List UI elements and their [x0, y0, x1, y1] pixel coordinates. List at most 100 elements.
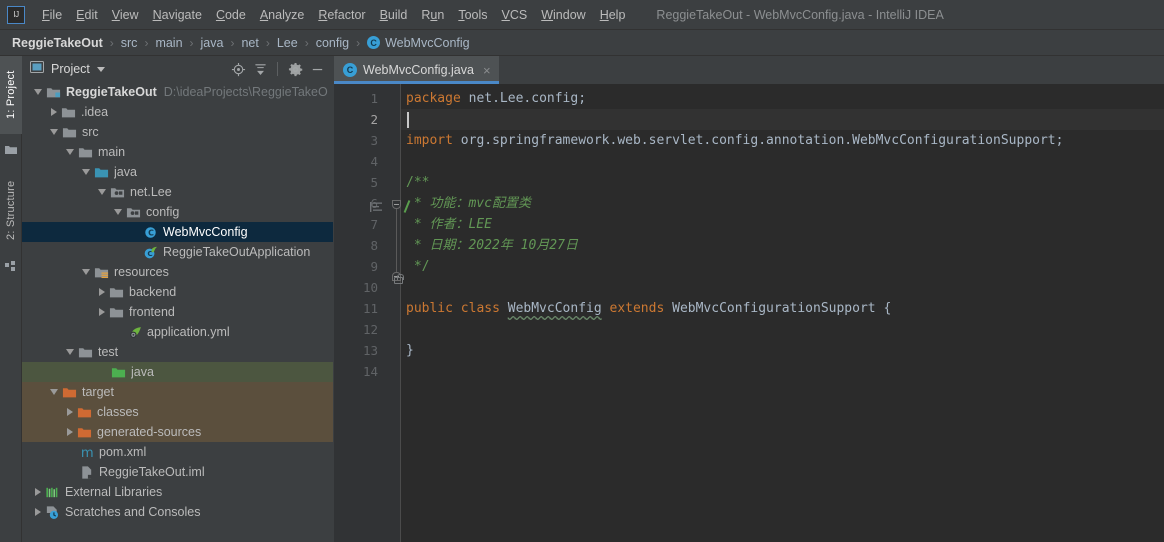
tree-node-java[interactable]: java — [22, 362, 333, 382]
tree-node-reggietakeoutapplication[interactable]: C ReggieTakeOutApplication — [22, 242, 333, 262]
editor-tab-bar: C WebMvcConfig.java × — [334, 56, 1164, 84]
tree-node-reggietakeout-iml[interactable]: ReggieTakeOut.iml — [22, 462, 333, 482]
tree-node-target[interactable]: target — [22, 382, 333, 402]
menu-item-vcs[interactable]: VCS — [495, 5, 535, 25]
chevron-right-icon[interactable] — [99, 308, 105, 316]
window-title: ReggieTakeOut - WebMvcConfig.java - Inte… — [656, 7, 944, 22]
menu-item-edit[interactable]: Edit — [69, 5, 105, 25]
tree-node--idea[interactable]: .idea — [22, 102, 333, 122]
chevron-right-icon[interactable] — [35, 488, 41, 496]
project-tree[interactable]: ReggieTakeOut D:\ideaProjects\ReggieTakeO… — [22, 82, 333, 542]
breadcrumb: ReggieTakeOut › src › main › java › net › Lee › conf… — [0, 30, 1164, 56]
tree-node-java[interactable]: java — [22, 162, 333, 182]
spring-yml-icon — [127, 325, 142, 340]
svg-text:C: C — [148, 228, 154, 237]
chevron-right-icon[interactable] — [35, 508, 41, 516]
chevron-down-icon[interactable] — [82, 169, 90, 175]
tree-node-pom-xml[interactable]: m pom.xml — [22, 442, 333, 462]
breadcrumb-item-config[interactable]: config — [316, 36, 349, 50]
breadcrumb-item-webmvcconfig[interactable]: C WebMvcConfig — [367, 36, 470, 50]
menu-item-window[interactable]: Window — [534, 5, 592, 25]
chevron-down-icon[interactable] — [50, 129, 58, 135]
tree-node-backend[interactable]: backend — [22, 282, 333, 302]
menu-item-refactor[interactable]: Refactor — [311, 5, 372, 25]
code-text: package net.Lee.config; import org.spring… — [401, 84, 1164, 542]
tree-node-reggietakeout[interactable]: ReggieTakeOut D:\ideaProjects\ReggieTakeO — [22, 82, 333, 102]
chevron-down-icon[interactable] — [114, 209, 122, 215]
chevron-down-icon[interactable] — [66, 349, 74, 355]
chevron-right-icon[interactable] — [51, 108, 57, 116]
breadcrumb-item-java[interactable]: java — [201, 36, 224, 50]
chevron-down-icon[interactable] — [98, 189, 106, 195]
tree-node-resources[interactable]: resources — [22, 262, 333, 282]
hide-panel-icon[interactable] — [307, 59, 327, 79]
tree-node-main[interactable]: main — [22, 142, 333, 162]
gear-icon[interactable] — [285, 59, 305, 79]
menu-item-help[interactable]: Help — [593, 5, 633, 25]
tree-node-config[interactable]: config — [22, 202, 333, 222]
tree-node-label: net.Lee — [130, 185, 172, 199]
line-number: 14 — [362, 364, 378, 379]
tree-node-label: target — [82, 385, 114, 399]
menu-item-navigate[interactable]: Navigate — [146, 5, 209, 25]
code-editor[interactable]: 1234567891011121314 package net.Lee.conf… — [334, 84, 1164, 542]
tree-node-label: test — [98, 345, 119, 359]
menu-item-file[interactable]: File — [35, 5, 69, 25]
test-source-folder-icon — [111, 365, 126, 380]
breadcrumb-item-net[interactable]: net — [241, 36, 258, 50]
code-token: public class — [406, 301, 508, 316]
chevron-right-icon[interactable] — [99, 288, 105, 296]
breadcrumb-label: WebMvcConfig — [385, 35, 470, 50]
breadcrumb-item-reggietakeout[interactable]: ReggieTakeOut — [12, 36, 103, 50]
resource-folder-icon — [94, 265, 109, 280]
breadcrumb-label: src — [120, 35, 138, 50]
collapse-all-icon[interactable] — [250, 59, 270, 79]
tree-node-label: classes — [97, 405, 139, 419]
breadcrumb-item-lee[interactable]: Lee — [277, 36, 298, 50]
project-panel-header: Project — [22, 56, 333, 82]
chevron-right-icon[interactable] — [67, 428, 73, 436]
menu-item-analyze[interactable]: Analyze — [253, 5, 311, 25]
sidebar-item-project[interactable]: 1: Project — [0, 56, 22, 134]
tree-node-net-lee[interactable]: net.Lee — [22, 182, 333, 202]
close-icon[interactable]: × — [483, 64, 491, 77]
chevron-down-icon[interactable] — [96, 66, 105, 72]
tree-node-scratches-and-consoles[interactable]: Scratches and Consoles — [22, 502, 333, 522]
tab-webmvcconfig-java[interactable]: C WebMvcConfig.java × — [334, 56, 499, 84]
tree-node-generated-sources[interactable]: generated-sources — [22, 422, 333, 442]
chevron-down-icon[interactable] — [82, 269, 90, 275]
line-number: 4 — [370, 154, 378, 169]
tree-node-external-libraries[interactable]: External Libraries — [22, 482, 333, 502]
menu-item-code[interactable]: Code — [209, 5, 253, 25]
chevron-down-icon[interactable] — [66, 149, 74, 155]
locate-icon[interactable] — [228, 59, 248, 79]
chevron-right-icon[interactable] — [67, 408, 73, 416]
breadcrumb-separator: › — [265, 35, 270, 50]
menu-item-run[interactable]: Run — [414, 5, 451, 25]
tree-node-frontend[interactable]: frontend — [22, 302, 333, 322]
tree-node-label: WebMvcConfig — [163, 225, 248, 239]
tree-node-label: config — [146, 205, 180, 219]
breadcrumb-label: java — [200, 35, 224, 50]
tree-node-webmvcconfig[interactable]: C WebMvcConfig — [22, 222, 333, 242]
tree-node-test[interactable]: test — [22, 342, 333, 362]
line-number: 5 — [370, 175, 378, 190]
chevron-down-icon[interactable] — [50, 389, 58, 395]
tree-node-classes[interactable]: classes — [22, 402, 333, 422]
breadcrumb-item-main[interactable]: main — [155, 36, 182, 50]
tree-node-application-yml[interactable]: application.yml — [22, 322, 333, 342]
menu-item-tools[interactable]: Tools — [451, 5, 494, 25]
sidebar-item-structure[interactable]: 2: Structure — [0, 166, 22, 254]
menu-item-view[interactable]: View — [105, 5, 146, 25]
menu-mnemonic: N — [152, 7, 162, 22]
tree-node-src[interactable]: src — [22, 122, 333, 142]
project-tool-window: Project ReggieTakeOut D:\ideaProjects\Re… — [22, 56, 333, 542]
javadoc-indent-icon — [370, 201, 382, 212]
chevron-down-icon[interactable] — [34, 89, 42, 95]
menu-item-build[interactable]: Build — [373, 5, 415, 25]
breadcrumb-item-src[interactable]: src — [121, 36, 138, 50]
fold-collapse-icon[interactable] — [392, 200, 401, 209]
